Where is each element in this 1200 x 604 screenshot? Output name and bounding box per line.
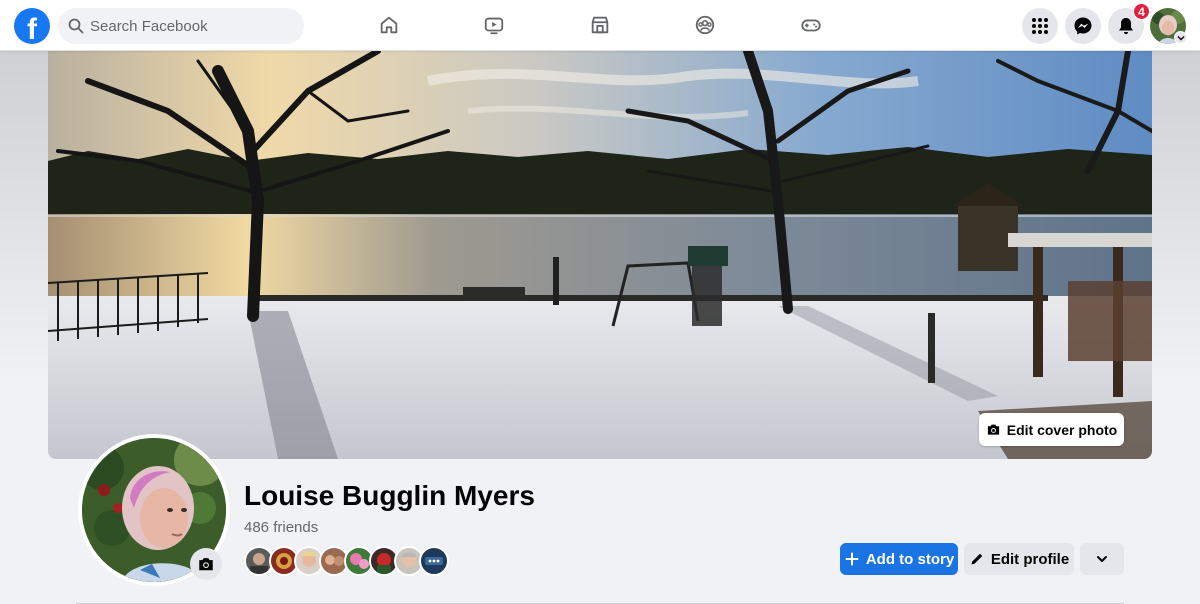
camera-icon (987, 424, 999, 435)
logo-letter: f (27, 13, 37, 44)
nav-tab-marketplace[interactable] (586, 11, 614, 39)
chevron-down-icon (1097, 556, 1107, 562)
friends-count-link[interactable]: 486 friends (244, 519, 318, 536)
search-icon (68, 18, 84, 34)
menu-grid-icon (1032, 18, 1048, 34)
nav-tab-groups[interactable] (691, 11, 719, 39)
friend-avatar[interactable] (419, 546, 449, 576)
messenger-icon (1074, 17, 1092, 35)
watch-icon (484, 17, 504, 35)
plus-icon (845, 552, 859, 566)
top-navigation-bar: f 4 (0, 0, 1200, 51)
cover-photo[interactable] (48, 51, 1152, 459)
more-options-button[interactable] (1080, 543, 1124, 575)
nav-tab-home[interactable] (375, 11, 403, 39)
update-profile-picture-button[interactable] (190, 548, 222, 580)
chevron-down-icon (1177, 35, 1184, 40)
messenger-button[interactable] (1065, 8, 1101, 44)
account-menu-chevron[interactable] (1174, 31, 1187, 44)
notification-count-badge: 4 (1133, 3, 1150, 20)
nav-tab-watch[interactable] (480, 11, 508, 39)
profile-name: Louise Bugglin Myers (244, 480, 535, 511)
add-to-story-label: Add to story (865, 550, 955, 568)
notifications-button[interactable]: 4 (1108, 3, 1150, 44)
edit-profile-button[interactable]: Edit profile (964, 543, 1074, 575)
edit-cover-photo-button[interactable]: Edit cover photo (979, 413, 1124, 446)
cover-photo-image (48, 51, 1152, 459)
home-icon (380, 16, 398, 34)
search-input[interactable] (90, 17, 290, 35)
marketplace-icon (591, 16, 609, 34)
nav-tab-gaming[interactable] (797, 11, 825, 39)
edit-cover-photo-label: Edit cover photo (1006, 421, 1118, 438)
groups-icon (695, 15, 715, 35)
notifications-icon (1119, 18, 1133, 35)
edit-profile-label: Edit profile (990, 550, 1070, 568)
add-to-story-button[interactable]: Add to story (840, 543, 958, 575)
friend-avatar-image (425, 557, 443, 565)
camera-icon (199, 558, 213, 571)
search-bar[interactable] (58, 8, 304, 44)
facebook-logo-icon[interactable]: f (14, 8, 50, 44)
pencil-icon (971, 553, 983, 565)
menu-button[interactable] (1022, 8, 1058, 44)
gaming-icon (801, 19, 821, 32)
